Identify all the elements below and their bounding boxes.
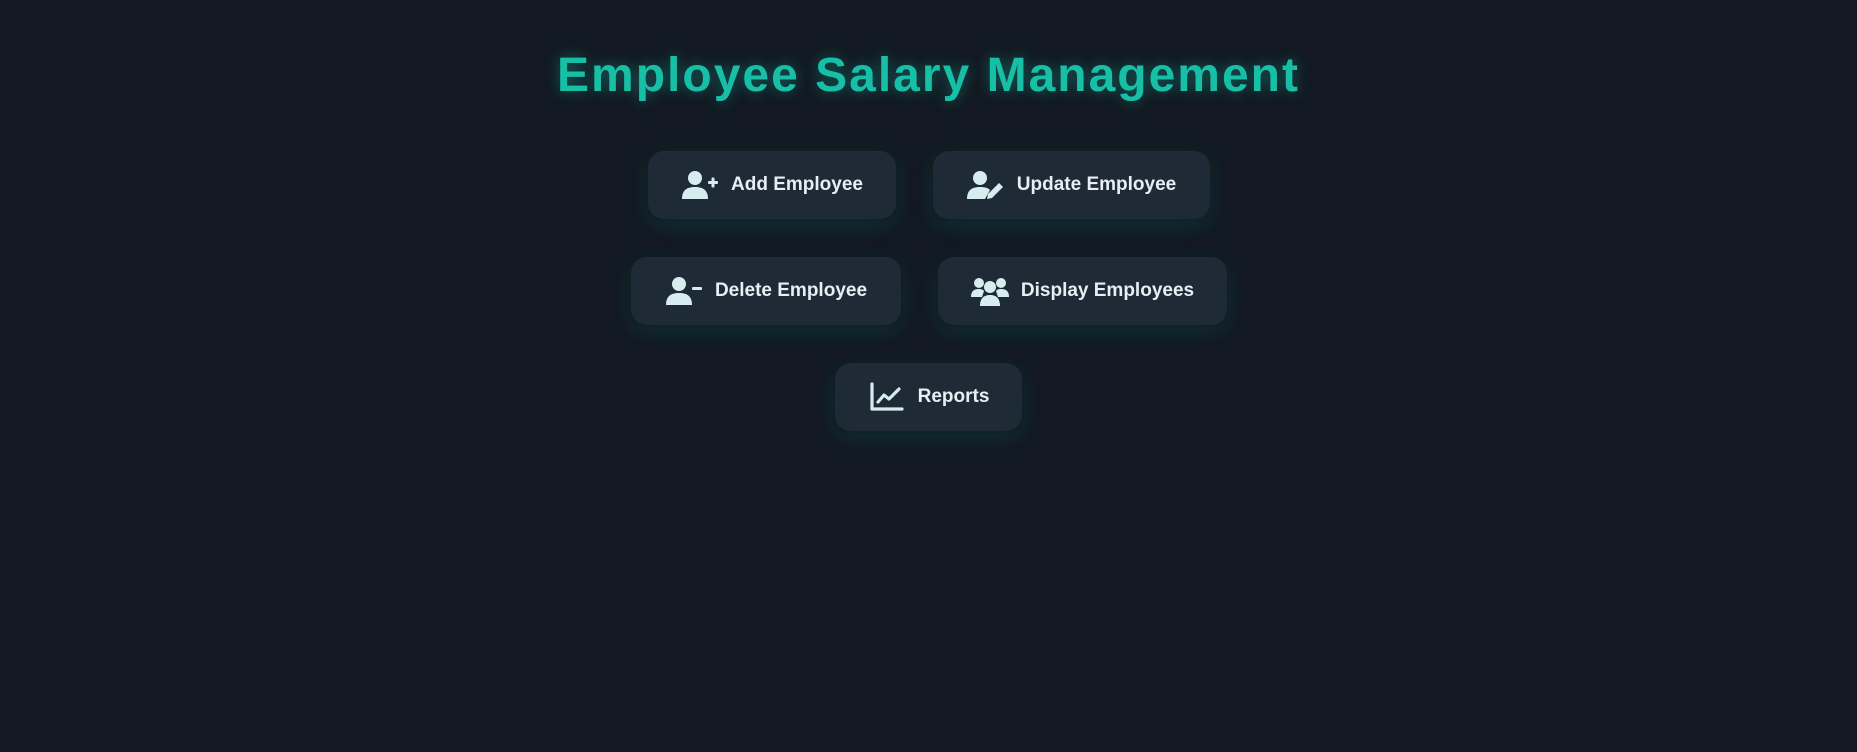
chart-line-icon — [868, 381, 906, 413]
reports-button[interactable]: Reports — [835, 363, 1022, 431]
page-title: Employee Salary Management — [557, 49, 1300, 102]
user-minus-icon — [665, 275, 703, 307]
update-employee-button[interactable]: Update Employee — [933, 151, 1210, 219]
display-employees-button[interactable]: Display Employees — [938, 257, 1227, 325]
update-employee-label: Update Employee — [1016, 174, 1177, 195]
delete-employee-label: Delete Employee — [714, 280, 868, 301]
user-plus-icon — [681, 169, 719, 201]
page: Employee Salary Management Add Employee … — [0, 0, 1857, 752]
user-edit-icon — [966, 169, 1005, 201]
reports-label: Reports — [917, 386, 990, 407]
add-employee-label: Add Employee — [731, 174, 863, 195]
delete-employee-button[interactable]: Delete Employee — [631, 257, 901, 325]
users-icon — [970, 275, 1009, 307]
display-employees-label: Display Employees — [1020, 280, 1195, 301]
add-employee-button[interactable]: Add Employee — [648, 151, 896, 219]
